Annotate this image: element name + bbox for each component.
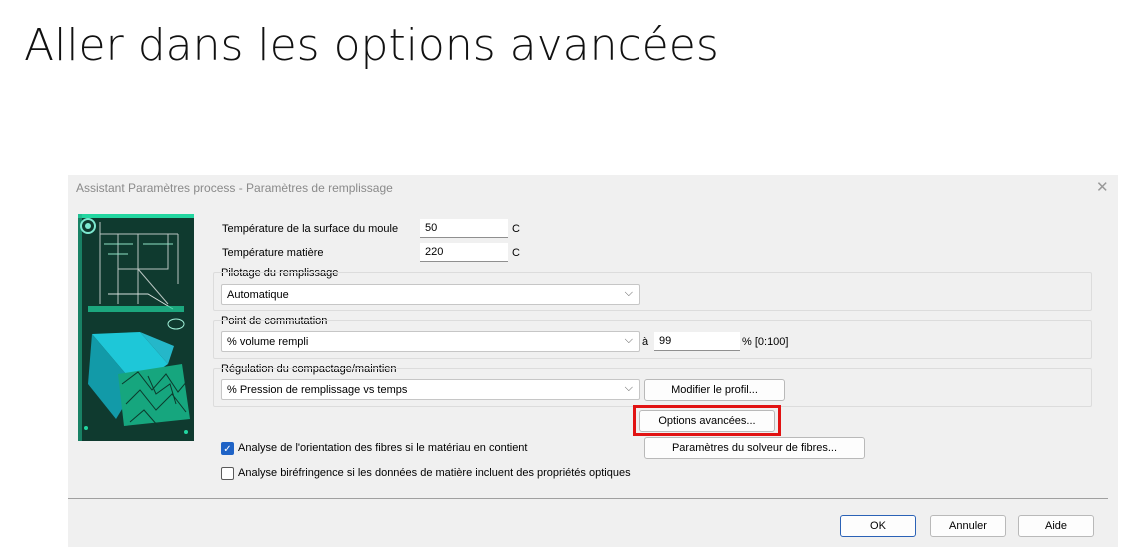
birefringence-label: Analyse biréfringence si les données de … — [238, 467, 631, 479]
chevron-down-icon: ⌵ — [624, 287, 633, 299]
help-button[interactable]: Aide — [1018, 515, 1094, 537]
fiber-orientation-checkbox[interactable]: ✓ — [221, 442, 234, 455]
fiber-orientation-label: Analyse de l'orientation des fibres si l… — [238, 442, 528, 454]
edit-profile-button[interactable]: Modifier le profil... — [644, 379, 785, 401]
mold-temp-label: Température de la surface du moule — [222, 223, 399, 235]
process-settings-dialog: Assistant Paramètres process - Paramètre… — [68, 175, 1118, 547]
mold-temp-unit: C — [512, 223, 520, 235]
switchover-select[interactable]: % volume rempli ⌵ — [221, 331, 640, 352]
melt-temp-unit: C — [512, 247, 520, 259]
switchover-range: % [0:100] — [742, 336, 789, 348]
dialog-title: Assistant Paramètres process - Paramètre… — [76, 181, 393, 195]
fiber-solver-button[interactable]: Paramètres du solveur de fibres... — [644, 437, 865, 459]
switchover-value-input[interactable]: 99 — [654, 332, 740, 351]
footer-divider — [68, 498, 1108, 499]
switchover-at-label: à — [642, 336, 649, 348]
slide-title: Aller dans les options avancées — [24, 20, 719, 71]
chevron-down-icon: ⌵ — [624, 334, 633, 346]
fill-control-select[interactable]: Automatique ⌵ — [221, 284, 640, 305]
birefringence-checkbox[interactable] — [221, 467, 234, 480]
wizard-illustration — [78, 214, 194, 441]
packing-value: % Pression de remplissage vs temps — [227, 384, 408, 396]
cancel-button[interactable]: Annuler — [930, 515, 1006, 537]
mold-temp-input[interactable]: 50 — [420, 219, 508, 238]
switchover-value: % volume rempli — [227, 336, 309, 348]
highlight-box — [633, 405, 781, 436]
chevron-down-icon: ⌵ — [624, 382, 633, 394]
fill-control-value: Automatique — [227, 289, 289, 301]
melt-temp-input[interactable]: 220 — [420, 243, 508, 262]
ok-button[interactable]: OK — [840, 515, 916, 537]
close-icon[interactable]: ✕ — [1096, 178, 1109, 196]
packing-select[interactable]: % Pression de remplissage vs temps ⌵ — [221, 379, 640, 400]
melt-temp-label: Température matière — [222, 247, 324, 259]
